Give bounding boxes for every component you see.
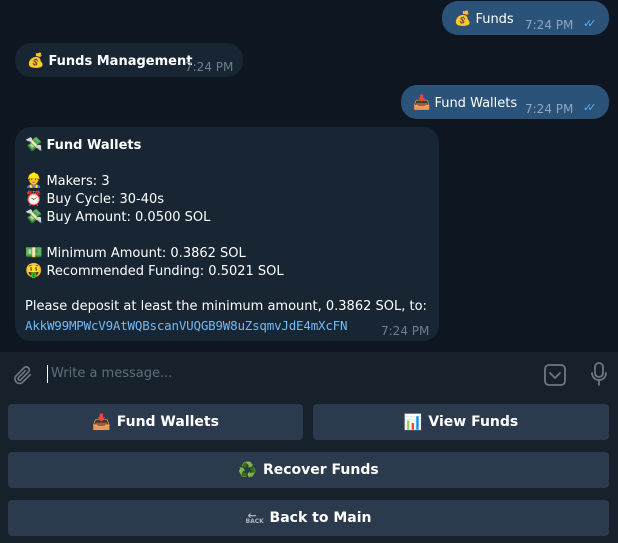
recover-funds-button[interactable]: ♻️ Recover Funds — [8, 452, 609, 488]
paperclip-icon[interactable] — [12, 364, 34, 390]
text-caret — [47, 365, 48, 383]
details-title: 💸 Fund Wallets — [25, 136, 141, 155]
incoming-message-fund-wallets-details[interactable]: 💸 Fund Wallets 👷 Makers: 3 ⏰ Buy Cycle: 30-… — [15, 127, 439, 341]
back-icon-text: BACK — [245, 518, 264, 525]
incoming-message-funds-management[interactable]: 💰 Funds Management 7:24 PM — [15, 43, 243, 77]
recycle-icon: ♻️ — [238, 461, 257, 479]
outgoing-message-fund-wallets[interactable]: 📥 Fund Wallets 7:24 PM ✓✓ — [401, 85, 609, 119]
buy-amount-text: Buy Amount: 0.0500 SOL — [46, 210, 211, 225]
sticker-keyboard-icon[interactable] — [543, 363, 567, 391]
message-time: 7:24 PM — [525, 18, 574, 32]
inbox-tray-icon: 📥 — [92, 413, 111, 431]
message-text: 💰 Funds Management — [27, 52, 192, 71]
inbox-tray-icon: 📥 — [413, 95, 431, 111]
fund-wallets-label: Fund Wallets — [116, 414, 219, 430]
bot-reply-keyboard: 📥 Fund Wallets 📊 View Funds ♻️ Recover F… — [0, 397, 618, 543]
microphone-icon[interactable] — [590, 362, 608, 392]
makers-line: 👷 Makers: 3 — [25, 172, 110, 191]
wallet-address[interactable]: AkkW99MPWcV9AtWQBscanVUQGB9W8uZsqmvJdE4m… — [25, 317, 348, 335]
view-funds-button[interactable]: 📊 View Funds — [313, 404, 609, 440]
recommended-funding-text: Recommended Funding: 0.5021 SOL — [46, 264, 284, 279]
minimum-amount-line: 💵 Minimum Amount: 0.3862 SOL — [25, 244, 246, 263]
money-mouth-face-icon: 🤑 — [25, 263, 43, 279]
view-funds-label: View Funds — [428, 414, 519, 430]
makers-text: Makers: 3 — [46, 174, 110, 189]
back-to-main-button[interactable]: ← BACK Back to Main — [8, 500, 609, 536]
message-text: 📥 Fund Wallets — [413, 94, 517, 113]
message-composer: Write a message... — [0, 351, 618, 398]
message-time: 7:24 PM — [525, 102, 574, 116]
double-check-icon: ✓✓ — [583, 101, 597, 114]
recover-funds-label: Recover Funds — [262, 462, 379, 478]
message-label: Funds — [475, 12, 514, 27]
chat-history: 💰 Funds 7:24 PM ✓✓ 💰 Funds Management 7:24… — [0, 0, 618, 351]
money-with-wings-icon: 💸 — [25, 209, 43, 225]
message-time: 7:24 PM — [185, 60, 234, 74]
bar-chart-icon: 📊 — [403, 413, 423, 431]
money-bag-icon: 💰 — [27, 53, 45, 69]
deposit-instruction: Please deposit at least the minimum amou… — [25, 299, 427, 314]
alarm-clock-icon: ⏰ — [25, 191, 43, 207]
buy-amount-line: 💸 Buy Amount: 0.0500 SOL — [25, 208, 210, 227]
money-with-wings-icon: 💸 — [25, 137, 43, 153]
outgoing-message-funds[interactable]: 💰 Funds 7:24 PM ✓✓ — [442, 1, 609, 35]
dollar-banknote-icon: 💵 — [25, 245, 43, 261]
construction-worker-icon: 👷 — [25, 173, 43, 189]
money-bag-icon: 💰 — [454, 11, 472, 27]
buy-cycle-text: Buy Cycle: 30-40s — [46, 192, 165, 207]
message-label: Funds Management — [48, 54, 193, 69]
message-input-placeholder: Write a message... — [51, 366, 173, 381]
back-arrow-icon: ← BACK — [245, 510, 264, 525]
message-label: Fund Wallets — [434, 96, 518, 111]
fund-wallets-button[interactable]: 📥 Fund Wallets — [8, 404, 303, 440]
minimum-amount-text: Minimum Amount: 0.3862 SOL — [46, 246, 246, 261]
double-check-icon: ✓✓ — [583, 17, 597, 30]
buy-cycle-line: ⏰ Buy Cycle: 30-40s — [25, 190, 164, 209]
details-title-text: Fund Wallets — [46, 138, 142, 153]
message-input[interactable]: Write a message... — [47, 360, 517, 388]
back-to-main-label: Back to Main — [269, 510, 372, 526]
message-text: 💰 Funds — [454, 10, 514, 29]
message-time: 7:24 PM — [381, 324, 430, 338]
recommended-funding-line: 🤑 Recommended Funding: 0.5021 SOL — [25, 262, 284, 281]
